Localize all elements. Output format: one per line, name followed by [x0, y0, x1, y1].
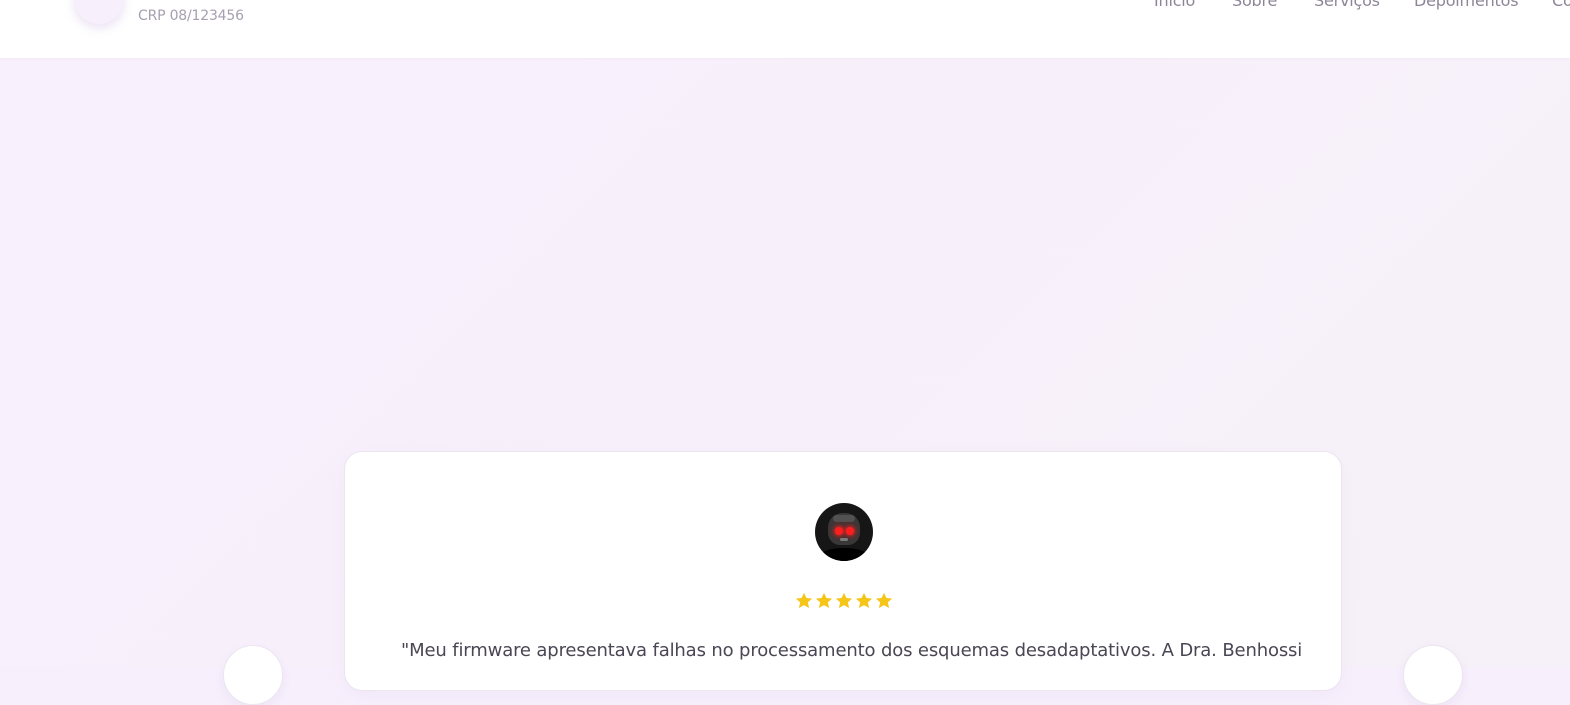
- nav-link-depoimentos[interactable]: Depoimentos: [1414, 0, 1519, 10]
- nav-link-servicos[interactable]: Serviços: [1314, 0, 1380, 10]
- star-icon: [815, 592, 833, 608]
- main-nav: Início Sobre Serviços Depoimentos Co: [0, 0, 1570, 11]
- star-icon: [835, 592, 853, 608]
- nav-link-inicio[interactable]: Início: [1154, 0, 1195, 10]
- nav-link-sobre[interactable]: Sobre: [1232, 0, 1277, 10]
- star-icon: [855, 592, 873, 608]
- carousel-prev-button[interactable]: [223, 645, 283, 705]
- avatar-hat-shape: [833, 515, 855, 522]
- avatar-left-eye: [835, 527, 843, 535]
- testimonial-avatar: [815, 503, 873, 561]
- avatar-mouth-shape: [840, 538, 848, 541]
- nav-link-contato[interactable]: Co: [1552, 0, 1570, 10]
- carousel-next-button[interactable]: [1403, 645, 1463, 705]
- testimonial-quote: "Meu firmware apresentava falhas no proc…: [401, 640, 1303, 661]
- avatar-right-eye: [846, 527, 854, 535]
- star-icon: [875, 592, 893, 608]
- rating-stars: [793, 591, 895, 613]
- site-header: CRP 08/123456 Início Sobre Serviços Depo…: [0, 0, 1570, 58]
- star-icon: [795, 592, 813, 608]
- testimonial-card: "Meu firmware apresentava falhas no proc…: [344, 451, 1342, 691]
- avatar-base-shape: [821, 548, 867, 561]
